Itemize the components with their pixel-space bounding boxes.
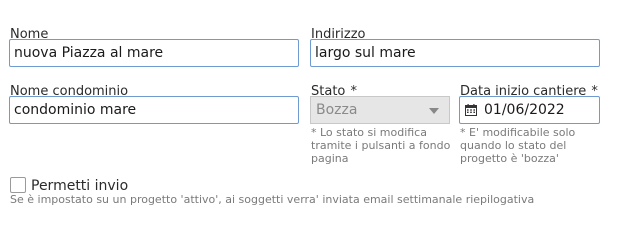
start-date-hint-line-1: * E' modificabile solo bbox=[460, 126, 576, 139]
allow-send-checkbox[interactable] bbox=[10, 177, 26, 193]
address-input-value: largo sul mare bbox=[315, 45, 416, 61]
status-hint-line-1: * Lo stato si modifica bbox=[311, 126, 427, 139]
start-date-value: 01/06/2022 bbox=[484, 102, 565, 118]
start-date-input[interactable]: 01/06/2022 bbox=[459, 96, 600, 124]
allow-send-label[interactable]: Permetti invio bbox=[31, 178, 128, 194]
start-date-hint-line-3: progetto è 'bozza' bbox=[460, 152, 559, 165]
name-input[interactable]: nuova Piazza al mare bbox=[9, 39, 299, 67]
status-hint-line-2: tramite i pulsanti a fondo bbox=[311, 139, 451, 152]
condo-input[interactable]: condominio mare bbox=[9, 96, 299, 124]
status-hint: * Lo stato si modifica tramite i pulsant… bbox=[311, 126, 450, 165]
status-select-value: Bozza bbox=[316, 102, 358, 118]
status-select[interactable]: Bozza bbox=[310, 96, 450, 124]
address-input[interactable]: largo sul mare bbox=[310, 39, 600, 67]
chevron-down-icon bbox=[429, 108, 439, 114]
condo-input-value: condominio mare bbox=[14, 102, 137, 118]
status-hint-line-3: pagina bbox=[311, 152, 349, 165]
name-input-value: nuova Piazza al mare bbox=[14, 45, 164, 61]
allow-send-description: Se è impostato su un progetto 'attivo', … bbox=[10, 193, 535, 206]
start-date-hint: * E' modificabile solo quando lo stato d… bbox=[460, 126, 575, 165]
calendar-icon bbox=[465, 104, 477, 116]
start-date-hint-line-2: quando lo stato del bbox=[460, 139, 567, 152]
